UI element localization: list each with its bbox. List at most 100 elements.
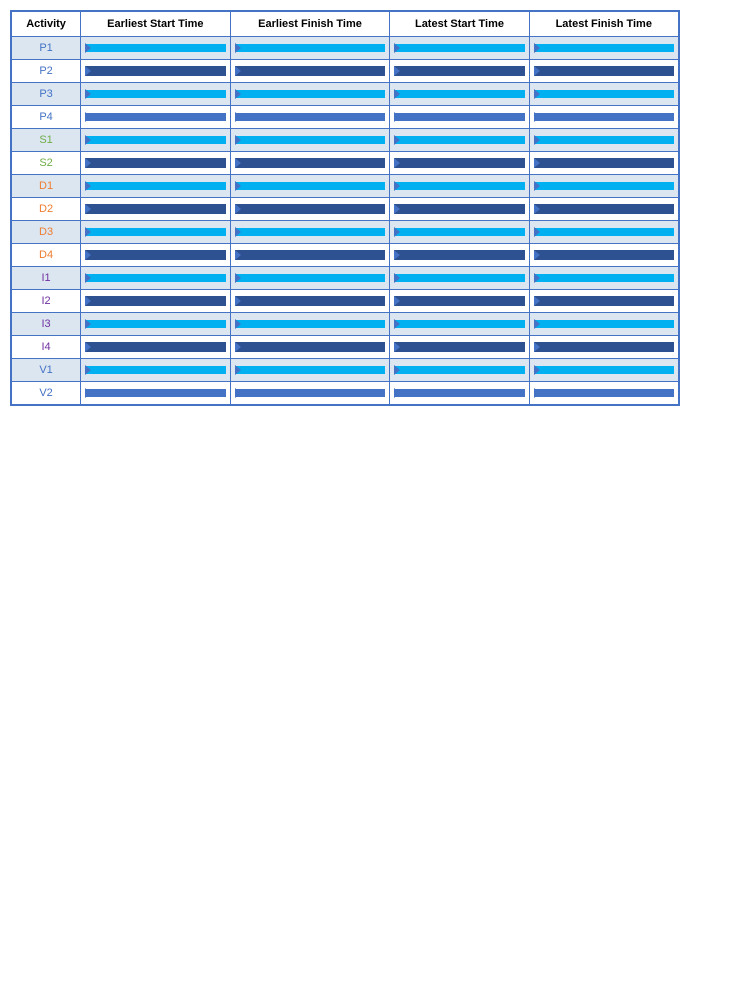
time-bar: [394, 66, 524, 76]
arrow-indicator: [235, 319, 241, 329]
bar-cell: [390, 106, 529, 129]
arrow-indicator: [394, 273, 400, 283]
arrow-indicator: [534, 342, 540, 352]
time-bar: [534, 204, 674, 214]
time-bar: [394, 274, 524, 282]
time-bar: [85, 158, 225, 168]
table-row: D3: [12, 221, 679, 244]
bar-cell: [529, 60, 678, 83]
time-bar: [534, 274, 674, 282]
arrow-indicator: [235, 273, 241, 283]
arrow-indicator: [235, 388, 241, 398]
activity-cell: D2: [12, 198, 81, 221]
arrow-indicator: [534, 158, 540, 168]
activity-cell: S2: [12, 152, 81, 175]
arrow-indicator: [85, 66, 91, 76]
col-header-earliest-finish: Earliest Finish Time: [230, 12, 390, 37]
arrow-indicator: [235, 181, 241, 191]
arrow-indicator: [534, 66, 540, 76]
time-bar: [235, 389, 386, 397]
table-row: I4: [12, 336, 679, 359]
arrow-indicator: [85, 250, 91, 260]
bar-cell: [390, 175, 529, 198]
arrow-indicator: [85, 319, 91, 329]
activity-cell: V2: [12, 382, 81, 405]
arrow-indicator: [534, 388, 540, 398]
time-bar: [85, 320, 225, 328]
bar-cell: [81, 83, 230, 106]
bar-cell: [81, 152, 230, 175]
arrow-indicator: [394, 135, 400, 145]
time-bar: [85, 342, 225, 352]
arrow-indicator: [235, 66, 241, 76]
arrow-indicator: [394, 112, 400, 122]
bar-cell: [390, 244, 529, 267]
bar-cell: [529, 129, 678, 152]
time-bar: [85, 136, 225, 144]
time-bar: [235, 44, 386, 52]
arrow-indicator: [85, 273, 91, 283]
arrow-indicator: [235, 204, 241, 214]
bar-cell: [390, 152, 529, 175]
bar-cell: [81, 359, 230, 382]
bar-cell: [529, 106, 678, 129]
bar-cell: [390, 359, 529, 382]
time-bar: [534, 136, 674, 144]
arrow-indicator: [534, 365, 540, 375]
time-bar: [235, 182, 386, 190]
arrow-indicator: [394, 227, 400, 237]
time-bar: [534, 44, 674, 52]
arrow-indicator: [394, 181, 400, 191]
table-row: D1: [12, 175, 679, 198]
col-header-activity: Activity: [12, 12, 81, 37]
bar-cell: [230, 129, 390, 152]
table-row: D4: [12, 244, 679, 267]
main-table-container: Activity Earliest Start Time Earliest Fi…: [10, 10, 680, 406]
bar-cell: [529, 198, 678, 221]
table-row: I2: [12, 290, 679, 313]
bar-cell: [230, 152, 390, 175]
arrow-indicator: [235, 250, 241, 260]
time-bar: [534, 113, 674, 121]
col-header-latest-start: Latest Start Time: [390, 12, 529, 37]
time-bar: [85, 182, 225, 190]
arrow-indicator: [394, 204, 400, 214]
arrow-indicator: [85, 181, 91, 191]
time-bar: [534, 389, 674, 397]
arrow-indicator: [235, 112, 241, 122]
time-bar: [394, 204, 524, 214]
activity-cell: D1: [12, 175, 81, 198]
time-bar: [235, 320, 386, 328]
time-bar: [235, 296, 386, 306]
time-bar: [394, 366, 524, 374]
table-row: I3: [12, 313, 679, 336]
arrow-indicator: [534, 181, 540, 191]
table-row: P4: [12, 106, 679, 129]
bar-cell: [230, 290, 390, 313]
bar-cell: [230, 60, 390, 83]
arrow-indicator: [85, 342, 91, 352]
arrow-indicator: [85, 227, 91, 237]
activity-cell: P3: [12, 83, 81, 106]
arrow-indicator: [394, 342, 400, 352]
time-bar: [394, 113, 524, 121]
time-bar: [394, 90, 524, 98]
arrow-indicator: [85, 296, 91, 306]
activity-cell: P2: [12, 60, 81, 83]
arrow-indicator: [235, 158, 241, 168]
activity-cell: I1: [12, 267, 81, 290]
time-bar: [394, 182, 524, 190]
time-bar: [235, 342, 386, 352]
col-header-latest-finish: Latest Finish Time: [529, 12, 678, 37]
table-row: V1: [12, 359, 679, 382]
bar-cell: [81, 129, 230, 152]
bar-cell: [81, 106, 230, 129]
bar-cell: [81, 244, 230, 267]
activity-cell: I2: [12, 290, 81, 313]
arrow-indicator: [235, 227, 241, 237]
arrow-indicator: [534, 112, 540, 122]
activity-cell: S1: [12, 129, 81, 152]
arrow-indicator: [534, 319, 540, 329]
bar-cell: [81, 37, 230, 60]
time-bar: [235, 274, 386, 282]
